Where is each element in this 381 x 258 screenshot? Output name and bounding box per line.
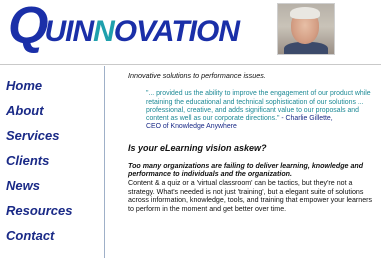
nav-item-home[interactable]: Home (6, 78, 42, 93)
founder-photo (277, 3, 335, 55)
logo-wordmark: UINNOVATION (44, 15, 240, 49)
logo-n-highlight: N (93, 15, 115, 48)
site-header: Q UINNOVATION (0, 0, 381, 62)
logo-letter-q: Q (8, 0, 48, 55)
tagline: Innovative solutions to performance issu… (128, 71, 266, 80)
body-text: Content & a quiz or a 'virtual classroom… (128, 179, 373, 213)
nav-item-contact[interactable]: Contact (6, 228, 54, 243)
logo-ovation: OVATION (113, 15, 240, 48)
nav-item-clients[interactable]: Clients (6, 153, 49, 168)
section-heading: Is your eLearning vision askew? (128, 143, 267, 154)
quote-text: "... provided us the ability to improve … (146, 90, 371, 123)
testimonial-quote: "... provided us the ability to improve … (146, 90, 378, 131)
body-lead: Too many organizations are failing to de… (128, 161, 364, 179)
nav-item-news[interactable]: News (6, 178, 40, 193)
nav-item-services[interactable]: Services (6, 128, 60, 143)
logo-uin: UIN (44, 15, 94, 48)
header-divider (0, 64, 381, 65)
quote-org: CEO of Knowledge Anywhere (146, 123, 237, 131)
quote-author: - Charlie Gillette, (279, 115, 333, 123)
quinnovation-logo[interactable]: Q UINNOVATION (8, 0, 240, 55)
photo-hair (290, 7, 320, 19)
nav-item-resources[interactable]: Resources (6, 203, 72, 218)
sidebar-nav: Home About Services Clients News Resourc… (0, 66, 104, 258)
main-content: Innovative solutions to performance issu… (128, 71, 378, 213)
sidebar-divider (104, 66, 105, 258)
nav-item-about[interactable]: About (6, 103, 44, 118)
